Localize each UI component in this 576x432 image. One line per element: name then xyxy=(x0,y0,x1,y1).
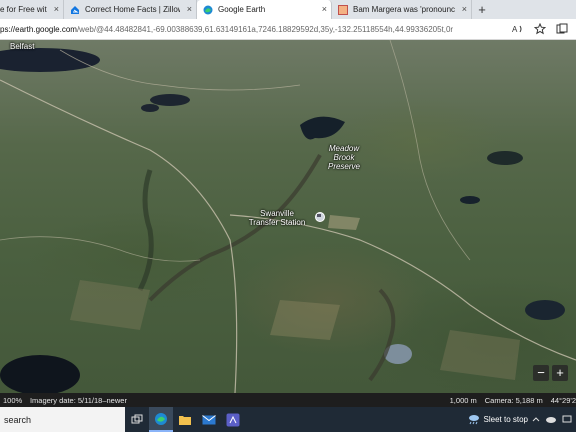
app-icon[interactable] xyxy=(221,407,245,432)
camera-altitude: Camera: 5,188 m xyxy=(484,395,543,405)
earth-map[interactable]: Belfast Meadow Brook Preserve Swanville … xyxy=(0,40,576,393)
zillow-icon xyxy=(70,5,80,15)
weather-text: Sleet to stop xyxy=(483,415,528,424)
zoom-level: 100% xyxy=(3,395,23,405)
tab-news[interactable]: Bam Margera was 'pronounced d × xyxy=(332,0,472,19)
zoom-out-button[interactable]: − xyxy=(533,365,549,381)
tab-google-earth[interactable]: Google Earth × xyxy=(197,0,332,19)
coordinates: 44°29'2 xyxy=(550,395,576,405)
place-label-meadow-brook[interactable]: Meadow Brook Preserve xyxy=(320,144,368,171)
cloud-icon[interactable] xyxy=(545,415,557,425)
tab-title: Google Earth xyxy=(218,5,266,14)
address-bar[interactable]: ps://earth.google.com/web/@44.48482841,-… xyxy=(0,19,576,40)
tab-title: Correct Home Facts | Zillow xyxy=(85,5,180,14)
sleet-icon xyxy=(468,413,480,427)
close-icon[interactable]: × xyxy=(462,4,467,14)
tab-strip: e for Free with F × Correct Home Facts |… xyxy=(0,0,576,19)
edge-taskbar-icon[interactable] xyxy=(149,407,173,432)
url-host: ps://earth.google.com xyxy=(0,24,77,34)
system-tray xyxy=(532,414,576,426)
close-icon[interactable]: × xyxy=(187,4,192,14)
place-label-swanville[interactable]: Swanville Transfer Station xyxy=(244,209,310,227)
tab-free[interactable]: e for Free with F × xyxy=(0,0,64,19)
read-aloud-icon[interactable]: A xyxy=(512,23,524,35)
chevron-up-icon[interactable] xyxy=(532,415,540,424)
location-pin-icon[interactable] xyxy=(315,212,325,222)
network-icon[interactable] xyxy=(562,414,572,426)
favorite-icon[interactable] xyxy=(534,23,546,35)
svg-text:A: A xyxy=(512,25,518,34)
weather-widget[interactable]: Sleet to stop xyxy=(468,413,532,427)
file-explorer-icon[interactable] xyxy=(173,407,197,432)
task-view-icon[interactable] xyxy=(125,407,149,432)
taskbar: search Sleet to stop xyxy=(0,407,576,432)
collections-icon[interactable] xyxy=(556,23,568,35)
search-label: search xyxy=(4,414,32,425)
close-icon[interactable]: × xyxy=(54,4,59,14)
tab-title: e for Free with F xyxy=(0,5,47,14)
edge-icon xyxy=(203,5,213,15)
taskbar-search[interactable]: search xyxy=(0,407,125,432)
tab-title: Bam Margera was 'pronounced d xyxy=(353,5,455,14)
tab-zillow[interactable]: Correct Home Facts | Zillow × xyxy=(64,0,197,19)
zoom-controls: − + xyxy=(533,365,568,381)
scale-bar: 1,000 m xyxy=(405,396,481,405)
status-bar: 100% Imagery date: 5/11/18–newer 1,000 m… xyxy=(0,393,576,407)
imagery-date: Imagery date: 5/11/18–newer xyxy=(29,395,127,405)
close-icon[interactable]: × xyxy=(322,4,327,14)
url-path: /web/@44.48482841,-69.00388639,61.631491… xyxy=(76,24,454,34)
zoom-in-button[interactable]: + xyxy=(552,365,568,381)
place-label-belfast[interactable]: Belfast xyxy=(10,42,34,51)
news-icon xyxy=(338,4,348,15)
new-tab-button[interactable]: + xyxy=(472,0,492,19)
mail-icon[interactable] xyxy=(197,407,221,432)
url-field[interactable]: ps://earth.google.com/web/@44.48482841,-… xyxy=(0,25,512,34)
scale-label: 1,000 m xyxy=(449,395,477,405)
